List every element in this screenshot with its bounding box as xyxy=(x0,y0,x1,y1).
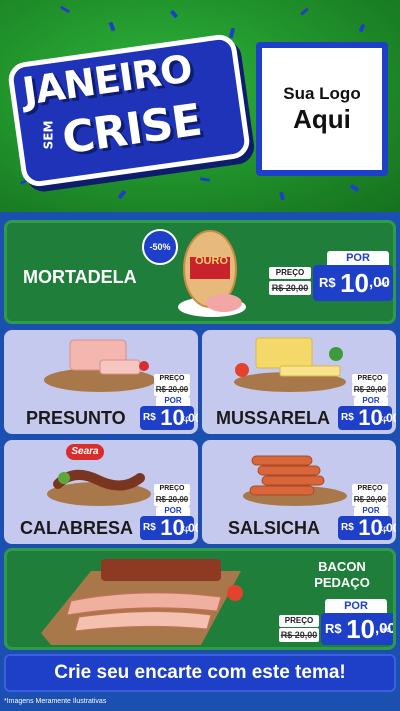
product-name: CALABRESA xyxy=(20,518,134,538)
confetti xyxy=(117,189,127,200)
price-int: 10 xyxy=(346,614,375,644)
old-price: R$ 20,00 xyxy=(154,494,190,506)
old-price-label: PREÇO xyxy=(154,374,190,384)
product-name: MUSSARELA xyxy=(216,408,331,428)
product-name: PRESUNTO xyxy=(26,408,126,428)
old-price-label: PREÇO xyxy=(279,615,319,627)
old-price: R$ 20,00 xyxy=(352,384,388,396)
cta-banner[interactable]: Crie seu encarte com este tema! xyxy=(4,654,396,692)
salsicha-image xyxy=(243,455,347,506)
product-card-bacon[interactable]: BACON PEDAÇO PREÇO R$ 20,00 POR R$ 10,00… xyxy=(4,548,396,650)
product-card-salsicha[interactable]: SALSICHA PREÇO R$ 20,00 POR R$ 10,00 KG xyxy=(202,440,396,544)
new-price: R$ 10,00 KG xyxy=(313,265,393,301)
currency: R$ xyxy=(341,522,354,533)
header-banner: JANEIRO SEM CRISE Sua Logo Aqui xyxy=(0,0,400,212)
confetti xyxy=(59,5,71,14)
unit-kg: KG xyxy=(382,628,391,634)
footnote: *Imagens Meramente Ilustrativas xyxy=(4,698,107,705)
product-name: SALSICHA xyxy=(228,518,321,538)
currency: R$ xyxy=(143,412,156,423)
currency: R$ xyxy=(143,522,156,533)
brand-badge: Seara xyxy=(66,444,104,460)
mussarela-image xyxy=(234,337,346,392)
old-price-label: PREÇO xyxy=(352,484,388,494)
new-price: R$ 10,00 KG xyxy=(338,516,396,540)
currency: R$ xyxy=(319,275,336,290)
currency: R$ xyxy=(325,621,342,636)
new-price: R$ 10,00 KG xyxy=(140,406,198,430)
por-label: POR xyxy=(327,251,389,265)
unit-kg: KG xyxy=(379,527,388,533)
product-name-line1: BACON xyxy=(318,559,366,574)
confetti xyxy=(300,7,309,16)
product-card-presunto[interactable]: PRESUNTO PREÇO R$ 20,00 POR R$ 10,00 KG xyxy=(4,330,198,434)
old-price: R$ 20,00 xyxy=(352,494,388,506)
new-price: R$ 10,00 KG xyxy=(140,516,198,540)
price-int: 10 xyxy=(340,268,369,298)
product-name: MORTADELA xyxy=(23,267,137,287)
product-card-mortadela[interactable]: MORTADELA -50% OURO PREÇO R$ 20,00 POR R… xyxy=(4,220,396,324)
logo-placeholder: Sua Logo Aqui xyxy=(256,42,388,176)
mortadela-image xyxy=(178,230,246,317)
title-sem: SEM xyxy=(41,120,56,150)
unit-kg: KG xyxy=(380,282,389,288)
confetti xyxy=(279,191,285,201)
product-name-line2: PEDAÇO xyxy=(314,575,370,590)
logo-inner: Sua Logo Aqui xyxy=(262,48,382,170)
unit-kg: KG xyxy=(379,417,388,423)
unit-kg: KG xyxy=(181,417,190,423)
logo-text-line2: Aqui xyxy=(293,103,351,134)
por-label: POR xyxy=(325,599,387,613)
old-price: R$ 20,00 xyxy=(279,628,319,642)
product-card-calabresa[interactable]: Seara CALABRESA PREÇO R$ 20,00 POR R$ 10… xyxy=(4,440,198,544)
unit-kg: KG xyxy=(181,527,190,533)
product-card-mussarela[interactable]: MUSSARELA PREÇO R$ 20,00 POR R$ 10,00 KG xyxy=(202,330,396,434)
logo-text-line1: Sua Logo xyxy=(283,83,361,103)
confetti xyxy=(108,21,116,32)
confetti xyxy=(349,183,360,193)
currency: R$ xyxy=(341,412,354,423)
confetti xyxy=(228,27,236,39)
new-price: R$ 10,00 KG xyxy=(338,406,396,430)
presunto-image xyxy=(44,339,156,392)
confetti xyxy=(358,23,366,33)
old-price: R$ 20,00 xyxy=(154,384,190,396)
old-price-label: PREÇO xyxy=(269,267,311,279)
old-price-label: PREÇO xyxy=(154,484,190,494)
bacon-image xyxy=(41,559,243,645)
new-price: R$ 10,00 KG xyxy=(321,613,393,645)
old-price-label: PREÇO xyxy=(352,374,388,384)
confetti xyxy=(199,177,211,182)
old-price: R$ 20,00 xyxy=(269,281,311,295)
brand-label: OURO xyxy=(195,255,228,267)
confetti xyxy=(169,9,179,19)
